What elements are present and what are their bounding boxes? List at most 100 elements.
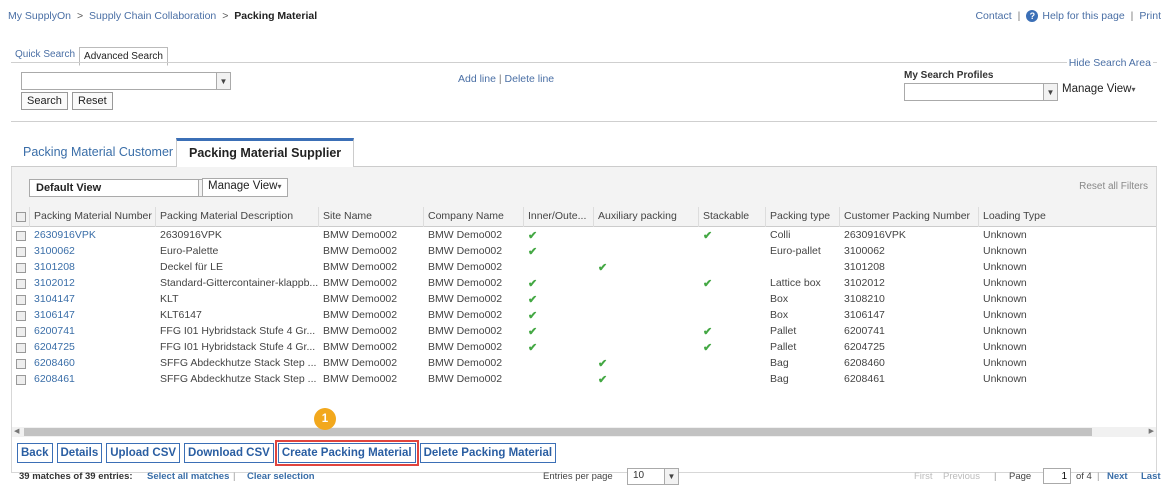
next-page-link[interactable]: Next [1107,471,1128,482]
row-checkbox[interactable] [16,343,26,353]
column-header-inner-outer[interactable]: Inner/Oute... [523,207,593,227]
row-checkbox[interactable] [16,375,26,385]
material-number-link[interactable]: 3106147 [29,308,155,324]
cell-stackable [698,244,765,260]
column-header-loading-type[interactable]: Loading Type [978,207,1098,227]
create-packing-material-button[interactable]: Create Packing Material [274,440,419,466]
table-row[interactable]: 2630916VPK 2630916VPK BMW Demo002 BMW Demo0… [12,228,1156,244]
search-field-select[interactable]: ▼ [21,72,231,90]
last-page-link[interactable]: Last [1141,471,1161,482]
clear-selection-link[interactable]: Clear selection [247,471,315,482]
reset-all-filters-link[interactable]: Reset all Filters [1079,181,1148,192]
cell-site-name: BMW Demo002 [323,373,398,385]
select-all-matches-link[interactable]: Select all matches [147,471,229,482]
chevron-down-icon[interactable]: ▼ [664,469,678,484]
material-number-link[interactable]: 3101208 [29,260,155,276]
cell-site-name: BMW Demo002 [323,325,398,337]
view-toolbar: Default View ▼ Manage View▾ Reset all Fi… [12,167,1156,207]
material-number-link[interactable]: 6204725 [29,340,155,356]
material-number-link[interactable]: 3100062 [29,244,155,260]
table-row[interactable]: 6200741 FFG I01 Hybridstack Stufe 4 Gr...… [12,324,1156,340]
material-number-link[interactable]: 3104147 [29,292,155,308]
cell-packing-type [765,260,839,276]
row-checkbox[interactable] [16,295,26,305]
download-csv-button[interactable]: Download CSV [184,443,274,463]
column-header-site-name[interactable]: Site Name [318,207,423,227]
cell-stackable: ✔ [703,230,713,242]
column-header-auxiliary-packing[interactable]: Auxiliary packing [593,207,698,227]
cell-packing-type: Lattice box [770,277,821,289]
cell-company-name: BMW Demo002 [428,229,503,241]
chevron-down-icon[interactable]: ▼ [216,73,230,89]
row-checkbox[interactable] [16,311,26,321]
manage-view-profiles-button[interactable]: Manage View▾ [1062,83,1136,95]
table-row[interactable]: 3100062 Euro-Palette BMW Demo002 BMW Demo00… [12,244,1156,260]
row-checkbox[interactable] [16,327,26,337]
material-number-link[interactable]: 6208460 [29,356,155,372]
table-row[interactable]: 3101208 Deckel für LE BMW Demo002 BMW Demo0… [12,260,1156,276]
table-row[interactable]: 6208460 SFFG Abdeckhutze Stack Step ... BM… [12,356,1156,372]
row-checkbox[interactable] [16,359,26,369]
material-number-link[interactable]: 6208461 [29,372,155,388]
delete-line-link[interactable]: Delete line [505,73,555,85]
cell-inner-outer: ✔ [528,326,538,338]
cell-company-name: BMW Demo002 [428,245,503,257]
breadcrumb-parent[interactable]: Supply Chain Collaboration [89,10,216,22]
hide-search-area-link[interactable]: Hide Search Area [1066,57,1153,69]
cell-stackable: ✔ [703,342,713,354]
table-row[interactable]: 6208461 SFFG Abdeckhutze Stack Step ... BM… [12,372,1156,388]
material-number-link[interactable]: 2630916VPK [29,228,155,244]
table-row[interactable]: 6204725 FFG I01 Hybridstack Stufe 4 Gr...… [12,340,1156,356]
tab-packing-material-customer[interactable]: Packing Material Customer [11,138,185,167]
scroll-right-icon[interactable]: ▶ [1149,427,1154,437]
cell-stackable [698,292,765,308]
column-header-material-number[interactable]: Packing Material Number [29,207,155,227]
page-count: of 4 [1076,471,1092,482]
delete-packing-material-button[interactable]: Delete Packing Material [419,443,557,463]
cell-company-name: BMW Demo002 [428,341,503,353]
cell-customer-packing-number: 3106147 [844,309,885,321]
breadcrumb-home[interactable]: My SupplyOn [8,10,71,22]
material-number-link[interactable]: 3102012 [29,276,155,292]
contact-link[interactable]: Contact [975,10,1011,22]
search-profile-select[interactable]: ▼ [904,83,1058,101]
back-button[interactable]: Back [17,443,53,463]
view-select[interactable]: Default View ▼ [29,179,213,197]
row-checkbox[interactable] [16,247,26,257]
cell-auxiliary-packing [593,324,698,340]
first-page-link[interactable]: First [914,471,932,482]
print-link[interactable]: Print [1139,10,1161,22]
column-header-stackable[interactable]: Stackable [698,207,765,227]
row-checkbox[interactable] [16,231,26,241]
horizontal-scrollbar[interactable]: ◀ ▶ [12,427,1156,437]
material-number-link[interactable]: 6200741 [29,324,155,340]
column-header-packing-type[interactable]: Packing type [765,207,839,227]
cell-stackable [698,372,765,388]
previous-page-link[interactable]: Previous [943,471,980,482]
reset-button[interactable]: Reset [72,92,113,110]
table-row[interactable]: 3102012 Standard-Gittercontainer-klappb..… [12,276,1156,292]
add-line-link[interactable]: Add line [458,73,496,85]
help-link[interactable]: Help for this page [1042,10,1124,22]
scroll-left-icon[interactable]: ◀ [14,427,19,437]
table-row[interactable]: 3106147 KLT6147 BMW Demo002 BMW Demo002 ✔ Box… [12,308,1156,324]
cell-material-description: SFFG Abdeckhutze Stack Step ... [160,373,317,385]
chevron-down-icon[interactable]: ▼ [1043,84,1057,100]
column-header-material-description[interactable]: Packing Material Description [155,207,318,227]
column-header-customer-packing-number[interactable]: Customer Packing Number [839,207,978,227]
upload-csv-button[interactable]: Upload CSV [106,443,181,463]
scrollbar-thumb[interactable] [24,428,1092,436]
details-button[interactable]: Details [56,443,103,463]
manage-view-button[interactable]: Manage View▾ [202,178,288,197]
select-all-checkbox[interactable] [16,212,26,222]
page-number-input[interactable] [1043,468,1071,484]
table-row[interactable]: 3104147 KLT BMW Demo002 BMW Demo002 ✔ Box 3108… [12,292,1156,308]
tab-packing-material-supplier[interactable]: Packing Material Supplier [176,138,355,168]
column-header-company-name[interactable]: Company Name [423,207,523,227]
row-checkbox[interactable] [16,263,26,273]
search-button[interactable]: Search [21,92,68,110]
cell-inner-outer: ✔ [528,342,538,354]
entries-per-page-select[interactable]: 10 ▼ [627,468,679,485]
action-button-bar: Back Details Upload CSV Download CSV Cre… [17,440,560,466]
row-checkbox[interactable] [16,279,26,289]
